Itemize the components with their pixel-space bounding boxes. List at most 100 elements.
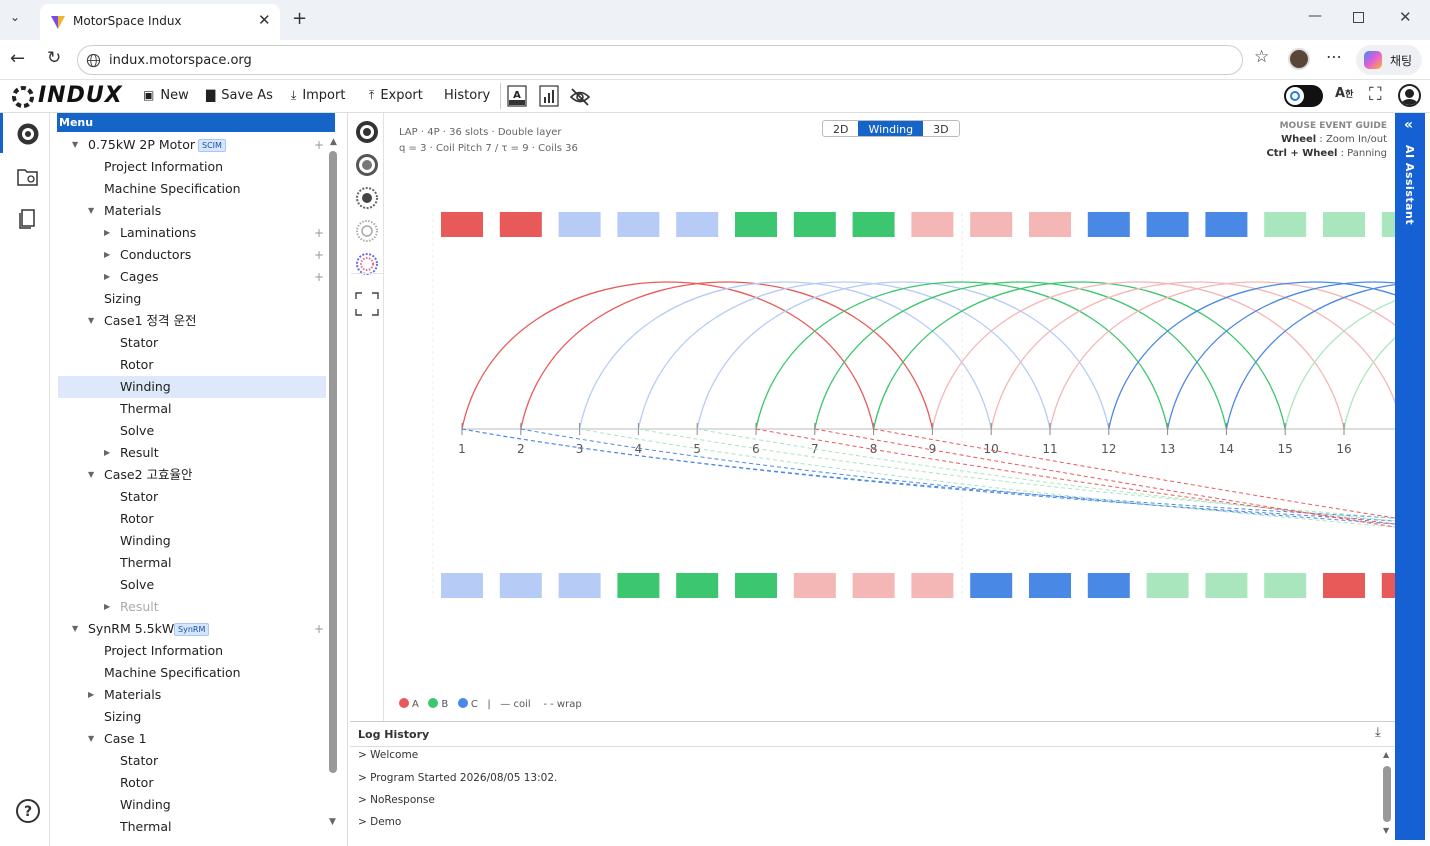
manual-book-icon[interactable] bbox=[18, 209, 36, 229]
tree-item-result[interactable]: ▶ Result bbox=[58, 596, 326, 618]
tree-item-sizing[interactable]: Sizing bbox=[58, 706, 326, 728]
minimize-icon[interactable]: — bbox=[1308, 8, 1322, 24]
tree-item-rotor[interactable]: Rotor bbox=[58, 508, 326, 530]
user-account-icon[interactable] bbox=[1398, 84, 1421, 107]
expand-arrow-icon[interactable]: ▶ bbox=[104, 244, 110, 266]
tree-item-motor2[interactable]: ▼ SynRM 5.5kW SynRM + bbox=[58, 618, 326, 640]
tree-item-materials[interactable]: ▼ Materials bbox=[58, 200, 326, 222]
tree-item-solve[interactable]: Solve bbox=[58, 574, 326, 596]
expand-chevron-icon[interactable]: « bbox=[1404, 117, 1413, 133]
tree-item-conductors[interactable]: ▶ Conductors + bbox=[58, 244, 326, 266]
collapse-arrow-icon[interactable]: ▼ bbox=[88, 464, 94, 486]
tab-list-chevron-icon[interactable]: ⌄ bbox=[10, 10, 20, 24]
new-button[interactable]: ▣ New bbox=[143, 88, 189, 103]
tree-item-result[interactable]: ▶ Result bbox=[58, 442, 326, 464]
import-button[interactable]: ⤓ Import bbox=[291, 88, 345, 103]
winding-canvas[interactable]: LAP · 4P · 36 slots · Double layer q = 3… bbox=[385, 113, 1395, 721]
tree-item-case2[interactable]: ▼ Case2 고효율안 bbox=[58, 464, 326, 486]
log-scroll-up-icon[interactable]: ▲ bbox=[1383, 750, 1389, 759]
chat-label: 채팅 bbox=[1390, 54, 1413, 68]
tree-item-sizing[interactable]: Sizing bbox=[58, 288, 326, 310]
tree-item-rotor[interactable]: Rotor bbox=[58, 354, 326, 376]
window-close-icon[interactable]: ✕ bbox=[1399, 8, 1412, 26]
reload-icon[interactable]: ↻ bbox=[47, 48, 61, 68]
tree-item-label: Solve bbox=[120, 577, 155, 592]
expand-arrow-icon[interactable]: ▶ bbox=[88, 684, 94, 706]
tree-item-winding[interactable]: Winding bbox=[58, 376, 326, 398]
add-icon[interactable]: + bbox=[314, 134, 324, 156]
tree-item-rotor[interactable]: Rotor bbox=[58, 772, 326, 794]
tree-item-project-info[interactable]: Project Information bbox=[58, 640, 326, 662]
copilot-chat-button[interactable]: 채팅 bbox=[1356, 45, 1422, 75]
back-icon[interactable]: ← bbox=[10, 48, 25, 69]
browser-tab[interactable]: MotorSpace Indux ✕ bbox=[40, 4, 280, 40]
scroll-up-icon[interactable]: ▲ bbox=[330, 137, 337, 147]
tree-item-stator[interactable]: Stator bbox=[58, 750, 326, 772]
download-log-icon[interactable]: ⤓ bbox=[1375, 725, 1381, 740]
history-button[interactable]: History bbox=[444, 88, 490, 103]
fullscreen-icon[interactable]: ⛶ bbox=[1369, 84, 1382, 105]
new-tab-icon[interactable]: + bbox=[292, 8, 307, 29]
close-tab-icon[interactable]: ✕ bbox=[258, 11, 271, 29]
mesh-view-icon[interactable] bbox=[355, 219, 379, 243]
bottom-slot-block bbox=[852, 573, 895, 598]
tree-item-machine-spec[interactable]: Machine Specification bbox=[58, 178, 326, 200]
add-icon[interactable]: + bbox=[314, 244, 324, 266]
more-icon[interactable]: ⋯ bbox=[1326, 47, 1342, 66]
scroll-down-icon[interactable]: ▼ bbox=[329, 817, 336, 827]
tree-item-case-1[interactable]: ▼ Case 1 bbox=[58, 728, 326, 750]
open-folder-icon[interactable] bbox=[17, 167, 39, 187]
tree-item-thermal[interactable]: Thermal bbox=[58, 398, 326, 420]
stator-view-icon[interactable] bbox=[355, 153, 379, 177]
tree-item-winding[interactable]: Winding bbox=[58, 794, 326, 816]
add-icon[interactable]: + bbox=[314, 222, 324, 244]
collapse-arrow-icon[interactable]: ▼ bbox=[72, 618, 78, 640]
expand-arrow-icon[interactable]: ▶ bbox=[104, 442, 110, 464]
add-icon[interactable]: + bbox=[314, 266, 324, 288]
maximize-icon[interactable] bbox=[1353, 12, 1364, 23]
tree-item-motor1[interactable]: ▼ 0.75kW 2P Motor SCIM + bbox=[58, 134, 326, 156]
profile-avatar[interactable] bbox=[1288, 48, 1310, 70]
theme-toggle[interactable] bbox=[1284, 85, 1323, 107]
tree-item-project-info[interactable]: Project Information bbox=[58, 156, 326, 178]
tree-item-winding[interactable]: Winding bbox=[58, 530, 326, 552]
expand-arrow-icon[interactable]: ▶ bbox=[104, 222, 110, 244]
log-scroll-down-icon[interactable]: ▼ bbox=[1383, 826, 1389, 835]
tree-scrollbar[interactable] bbox=[329, 151, 337, 773]
help-icon[interactable]: ? bbox=[15, 798, 41, 824]
tree-item-solve[interactable]: Solve bbox=[58, 420, 326, 442]
expand-arrow-icon[interactable]: ▶ bbox=[104, 596, 110, 618]
log-scrollbar[interactable] bbox=[1383, 766, 1391, 822]
tree-item-laminations[interactable]: ▶ Laminations + bbox=[58, 222, 326, 244]
tree-item-label: Materials bbox=[104, 203, 162, 218]
add-icon[interactable]: + bbox=[314, 618, 324, 640]
collapse-arrow-icon[interactable]: ▼ bbox=[88, 728, 94, 750]
save-as-button[interactable]: ▇ Save As bbox=[206, 88, 273, 103]
tree-item-thermal[interactable]: Thermal bbox=[58, 816, 326, 838]
tree-item-stator[interactable]: Stator bbox=[58, 332, 326, 354]
tree-item-thermal[interactable]: Thermal bbox=[58, 552, 326, 574]
log-line: > Welcome bbox=[358, 749, 419, 761]
tree-item-stator[interactable]: Stator bbox=[58, 486, 326, 508]
export-button[interactable]: ⤒ Export bbox=[369, 88, 423, 103]
translate-icon[interactable]: A한 bbox=[1335, 86, 1353, 101]
tree-item-cages[interactable]: ▶ Cages + bbox=[58, 266, 326, 288]
url-field[interactable]: indux.motorspace.org bbox=[77, 45, 1243, 75]
coil-arc bbox=[1049, 281, 1395, 430]
expand-arrow-icon[interactable]: ▶ bbox=[104, 266, 110, 288]
favorites-icon[interactable]: ☆ bbox=[1254, 47, 1269, 67]
dxf-export-icon[interactable]: A bbox=[507, 85, 527, 107]
tree-item-case1[interactable]: ▼ Case1 정격 운전 bbox=[58, 310, 326, 332]
motor-project-icon[interactable] bbox=[16, 122, 40, 146]
ai-assistant-panel[interactable]: « AI Assistant bbox=[1395, 113, 1425, 840]
report-chart-icon[interactable] bbox=[539, 85, 559, 107]
rotor-view-icon[interactable] bbox=[355, 186, 379, 210]
collapse-arrow-icon[interactable]: ▼ bbox=[88, 200, 94, 222]
fit-view-icon[interactable] bbox=[355, 292, 379, 316]
collapse-arrow-icon[interactable]: ▼ bbox=[72, 134, 78, 156]
hide-eye-icon[interactable] bbox=[569, 87, 591, 107]
collapse-arrow-icon[interactable]: ▼ bbox=[88, 310, 94, 332]
tree-item-machine-spec[interactable]: Machine Specification bbox=[58, 662, 326, 684]
tree-item-materials[interactable]: ▶ Materials bbox=[58, 684, 326, 706]
full-motor-view-icon[interactable] bbox=[355, 120, 379, 144]
